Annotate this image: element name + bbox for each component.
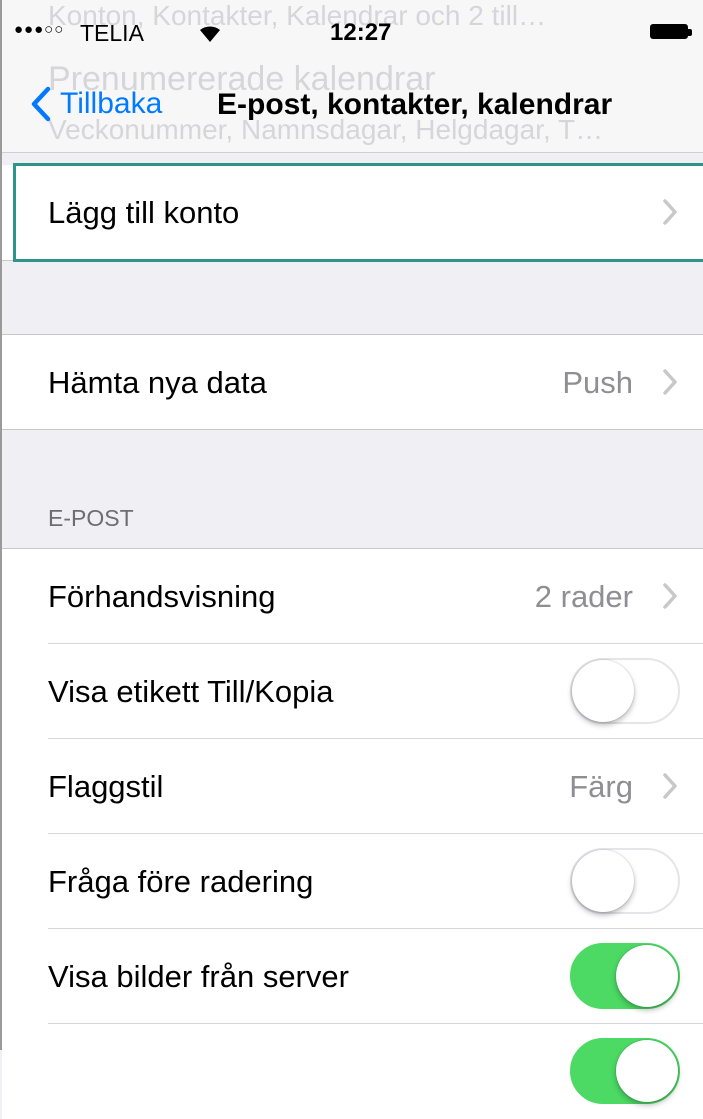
flag-style-row[interactable]: Flaggstil Färg: [2, 739, 703, 834]
navigation-bar: Tillbaka E-post, kontakter, kalendrar: [0, 74, 703, 134]
flag-style-value: Färg: [569, 769, 633, 804]
header: Konton, Kontakter, Kalendrar och 2 till……: [0, 0, 703, 153]
toggle-knob: [616, 1040, 678, 1102]
back-button-label: Tillbaka: [60, 87, 163, 120]
chevron-right-icon: [663, 583, 677, 609]
chevron-right-icon: [663, 773, 677, 799]
divider: [2, 260, 703, 261]
page-title: E-post, kontakter, kalendrar: [217, 88, 613, 121]
mail-group: Förhandsvisning 2 rader Visa etikett Til…: [2, 549, 703, 1119]
fetch-new-data-value: Push: [562, 365, 633, 400]
toggle-knob: [572, 850, 634, 912]
toggle-knob: [616, 945, 678, 1007]
toggle-knob: [572, 660, 634, 722]
show-to-cc-label: Visa etikett Till/Kopia: [48, 674, 334, 709]
ask-before-deleting-row: Fråga före radering: [2, 834, 703, 929]
fetch-group: Hämta nya data Push: [2, 335, 703, 430]
partial-toggle[interactable]: [570, 1038, 680, 1104]
chevron-right-icon: [663, 199, 677, 225]
preview-label: Förhandsvisning: [48, 579, 276, 614]
partial-row: [2, 1024, 703, 1119]
load-remote-images-row: Visa bilder från server: [2, 929, 703, 1024]
status-bar: ●●●○○ TELIA 12:27: [0, 12, 703, 52]
preview-value: 2 rader: [534, 579, 633, 614]
back-button[interactable]: Tillbaka: [30, 82, 162, 126]
accounts-group: Lägg till konto: [2, 165, 703, 260]
show-to-cc-label-row: Visa etikett Till/Kopia: [2, 644, 703, 739]
ask-before-deleting-label: Fråga före radering: [48, 864, 314, 899]
wifi-icon: [200, 26, 220, 42]
signal-strength-icon: ●●●○○: [14, 21, 65, 38]
flag-style-label: Flaggstil: [48, 769, 164, 804]
divider: [2, 429, 703, 430]
section-header-mail: E-POST: [48, 505, 134, 531]
load-remote-images-label: Visa bilder från server: [48, 959, 349, 994]
preview-row[interactable]: Förhandsvisning 2 rader: [2, 549, 703, 644]
chevron-right-icon: [663, 369, 677, 395]
add-account-label: Lägg till konto: [48, 195, 240, 230]
battery-icon: [650, 24, 692, 41]
status-time: 12:27: [330, 19, 392, 46]
fetch-new-data-label: Hämta nya data: [48, 365, 267, 400]
ask-before-deleting-toggle[interactable]: [570, 848, 680, 914]
window-edge: [0, 0, 2, 1050]
show-to-cc-toggle[interactable]: [570, 658, 680, 724]
load-remote-images-toggle[interactable]: [570, 943, 680, 1009]
add-account-row[interactable]: Lägg till konto: [2, 165, 703, 260]
carrier-name: TELIA: [80, 20, 144, 46]
chevron-left-icon: [31, 86, 51, 122]
fetch-new-data-row[interactable]: Hämta nya data Push: [2, 335, 703, 430]
